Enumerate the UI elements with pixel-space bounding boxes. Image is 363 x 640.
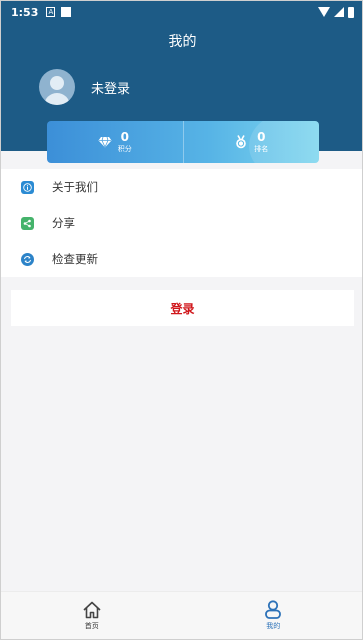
stat-rank[interactable]: 0 排名 — [182, 121, 320, 163]
app-screen: 1:53 A 我的 未登录 0 积分 0 排名 关于我们 分享 检查更新 登录 … — [0, 0, 363, 640]
nav-label-me: 我的 — [266, 622, 281, 630]
page-title: 我的 — [168, 34, 197, 50]
stat-points[interactable]: 0 积分 — [47, 121, 183, 163]
username[interactable]: 未登录 — [91, 78, 130, 97]
menu-item-check-update[interactable]: 检查更新 — [1, 241, 362, 277]
user-profile[interactable]: 未登录 — [39, 69, 130, 105]
login-button[interactable]: 登录 — [11, 290, 354, 326]
rank-value: 0 — [257, 129, 266, 144]
notification-square-icon — [61, 7, 72, 17]
bottom-nav: 首页 我的 — [1, 591, 363, 639]
notification-a-icon: A — [46, 7, 56, 17]
signal-icon — [334, 7, 344, 17]
share-icon — [21, 216, 34, 230]
diamond-icon — [98, 136, 112, 148]
nav-tab-home[interactable]: 首页 — [1, 592, 183, 639]
rank-label: 排名 — [254, 144, 269, 153]
refresh-icon — [21, 252, 34, 266]
user-icon — [265, 600, 282, 619]
nav-label-home: 首页 — [84, 621, 99, 630]
points-value: 0 — [120, 129, 129, 144]
status-time: 1:53 — [11, 5, 39, 19]
home-icon — [83, 601, 101, 618]
battery-icon — [348, 6, 354, 18]
avatar[interactable] — [39, 69, 75, 105]
menu-label-check-update: 检查更新 — [52, 252, 98, 266]
menu-list: 关于我们 分享 检查更新 — [1, 169, 362, 277]
menu-label-share: 分享 — [52, 216, 75, 230]
nav-tab-me[interactable]: 我的 — [183, 592, 363, 639]
stats-card: 0 积分 0 排名 — [47, 121, 319, 163]
points-label: 积分 — [117, 144, 132, 153]
info-icon — [21, 180, 34, 194]
status-bar: 1:53 A — [1, 1, 362, 23]
menu-item-share[interactable]: 分享 — [1, 205, 362, 241]
medal-icon — [236, 135, 247, 149]
wifi-icon — [318, 7, 330, 17]
menu-item-about[interactable]: 关于我们 — [1, 169, 362, 205]
menu-label-about: 关于我们 — [52, 180, 98, 194]
